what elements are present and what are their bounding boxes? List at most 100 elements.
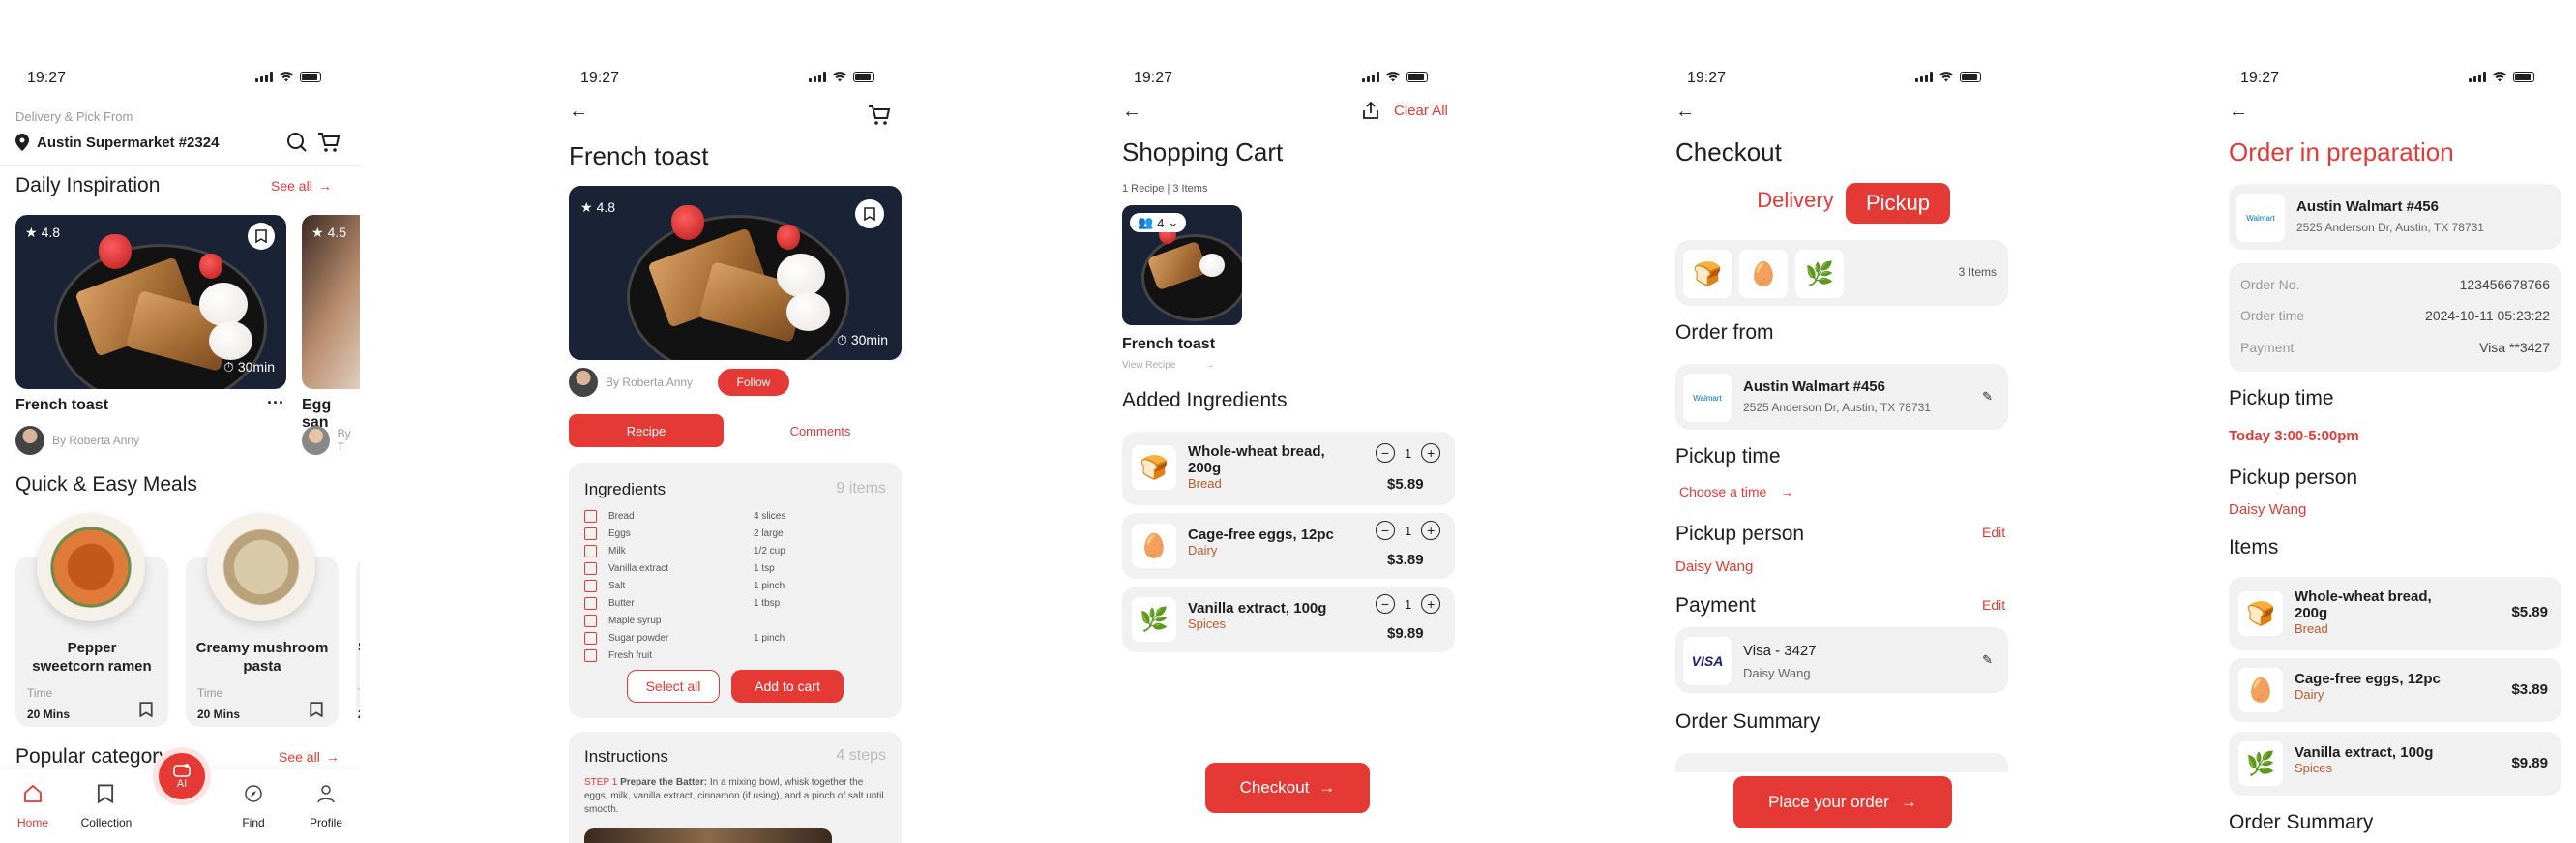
select-all-button[interactable]: Select all	[627, 670, 720, 703]
items-title: Items	[2229, 536, 2279, 558]
recipe-card-image[interactable]: ★ 4.8 ⏱ 30min	[15, 215, 286, 389]
star-icon: ★	[25, 225, 38, 240]
plus-icon[interactable]: +	[1421, 443, 1441, 463]
ingredient-row[interactable]: Eggs 2 large	[584, 525, 886, 542]
edit-icon[interactable]: ✎	[1982, 652, 1993, 668]
back-arrow-icon[interactable]: ←	[1122, 101, 1141, 123]
checkbox[interactable]	[584, 509, 597, 523]
tab-profile[interactable]: Profile	[297, 816, 355, 829]
ai-button[interactable]: AI	[159, 753, 205, 799]
clear-all-button[interactable]: Clear All	[1394, 103, 1448, 119]
checkbox[interactable]	[584, 527, 597, 540]
minus-icon[interactable]: −	[1376, 594, 1395, 614]
share-icon[interactable]	[1362, 101, 1379, 120]
popular-see-all-link[interactable]: See all →	[279, 749, 340, 765]
bookmark-icon[interactable]	[248, 223, 275, 250]
back-arrow-icon[interactable]: ←	[1675, 101, 1695, 123]
recipe-name: French toast	[1122, 336, 1216, 352]
rating: 4.8	[596, 199, 616, 215]
author-row[interactable]: By Roberta Anny	[569, 368, 693, 397]
edit-icon[interactable]: ✎	[1982, 389, 1993, 405]
ingredient-row[interactable]: Vanilla extract 1 tsp	[584, 559, 886, 577]
recipe-card-title[interactable]: French toast	[15, 397, 108, 414]
store-selector[interactable]: Austin Supermarket #2324	[15, 134, 219, 151]
bookmark-icon[interactable]	[855, 199, 884, 228]
arrow-right-icon: →	[325, 749, 340, 765]
ingredient-row[interactable]: Butter 1 tbsp	[584, 594, 886, 612]
quantity-stepper[interactable]: −1 +	[1376, 521, 1441, 540]
checkbox[interactable]	[584, 579, 597, 592]
recipe-card-image-2[interactable]: ★ 4.5	[302, 215, 360, 389]
meal-card[interactable]: S T 2	[356, 557, 360, 727]
added-ingredients-title: Added Ingredients	[1122, 389, 1288, 411]
checkbox[interactable]	[584, 544, 597, 557]
status-bar: 19:27	[2213, 68, 2573, 91]
avatar	[15, 426, 44, 455]
servings-selector[interactable]: 👥 4 ⌄	[1130, 213, 1187, 232]
back-arrow-icon[interactable]: ←	[2229, 101, 2248, 123]
items-preview[interactable]: 🍞 🥚 🌿 3 Items	[1675, 240, 2008, 306]
tab-comments[interactable]: Comments	[743, 424, 898, 438]
plus-icon[interactable]: +	[1421, 594, 1441, 614]
tab-recipe[interactable]: Recipe	[569, 414, 724, 447]
find-icon[interactable]	[244, 784, 263, 808]
profile-icon[interactable]	[316, 784, 336, 808]
plus-icon[interactable]: +	[1421, 521, 1441, 540]
minus-icon[interactable]: −	[1376, 443, 1395, 463]
ingredient-qty: 1 pinch	[754, 632, 785, 644]
arrow-right-icon: →	[1318, 778, 1336, 797]
author-row-2[interactable]: By T	[302, 426, 360, 455]
cart-icon[interactable]	[868, 105, 891, 126]
follow-button[interactable]: Follow	[718, 369, 789, 396]
search-icon[interactable]	[286, 132, 308, 153]
quantity-stepper[interactable]: −1 +	[1376, 443, 1441, 463]
add-to-cart-button[interactable]: Add to cart	[731, 670, 844, 703]
view-recipe-link[interactable]: View Recipe →	[1122, 360, 1214, 371]
see-all-link[interactable]: See all →	[271, 178, 332, 194]
ingredient-row[interactable]: Milk 1/2 cup	[584, 542, 886, 559]
item-info: Whole-wheat bread, 200g Bread	[1188, 443, 1352, 491]
ingredient-row[interactable]: Maple syrup	[584, 612, 886, 629]
checkout-label: Checkout	[1239, 778, 1310, 797]
more-icon[interactable]: ···	[267, 393, 284, 413]
minus-icon[interactable]: −	[1376, 521, 1395, 540]
checkbox[interactable]	[584, 614, 597, 627]
checkbox[interactable]	[584, 561, 597, 575]
cart-item: 🥚 Cage-free eggs, 12pc Dairy −1 + $3.89	[1122, 513, 1455, 579]
cart-icon[interactable]	[317, 132, 341, 153]
detail-value: 2024-10-11 05:23:22	[2425, 308, 2550, 323]
author-row[interactable]: By Roberta Anny	[15, 426, 139, 455]
ingredient-row[interactable]: Salt 1 pinch	[584, 577, 886, 594]
tab-delivery[interactable]: Delivery	[1747, 188, 1844, 213]
status-bar: 19:27	[553, 68, 913, 91]
place-order-button[interactable]: Place your order →	[1733, 776, 1952, 828]
see-all-label: See all	[271, 178, 312, 194]
bookmark-icon[interactable]	[139, 702, 153, 717]
checkbox[interactable]	[584, 631, 597, 645]
ingredient-row[interactable]: Bread 4 slices	[584, 507, 886, 525]
recipe-thumbnail[interactable]: 👥 4 ⌄	[1122, 205, 1242, 325]
choose-time-link[interactable]: Choose a time →	[1679, 484, 1793, 499]
tab-home[interactable]: Home	[4, 816, 62, 829]
tab-find[interactable]: Find	[224, 816, 282, 829]
item-price: $5.89	[1387, 476, 1424, 493]
collection-icon[interactable]	[97, 784, 114, 808]
status-time: 19:27	[1134, 70, 1173, 86]
checkbox[interactable]	[584, 648, 597, 662]
tab-collection[interactable]: Collection	[77, 816, 135, 829]
bookmark-icon[interactable]	[310, 702, 323, 717]
store-card[interactable]: Walmart Austin Walmart #456 2525 Anderso…	[1675, 364, 2008, 430]
home-icon[interactable]	[23, 784, 43, 808]
status-time: 19:27	[2240, 70, 2280, 86]
edit-payment-button[interactable]: Edit	[1982, 597, 2005, 613]
store-card[interactable]: Walmart Austin Walmart #456 2525 Anderso…	[2229, 184, 2561, 250]
payment-card[interactable]: VISA Visa - 3427 Daisy Wang ✎	[1675, 627, 2008, 693]
ingredient-row[interactable]: Sugar powder 1 pinch	[584, 629, 886, 647]
checkout-button[interactable]: Checkout →	[1205, 763, 1370, 813]
checkbox[interactable]	[584, 596, 597, 610]
tab-pickup[interactable]: Pickup	[1846, 183, 1950, 224]
edit-person-button[interactable]: Edit	[1982, 525, 2005, 540]
quantity-stepper[interactable]: −1 +	[1376, 594, 1441, 614]
back-arrow-icon[interactable]: ←	[569, 101, 588, 123]
ingredient-row[interactable]: Fresh fruit	[584, 647, 886, 664]
